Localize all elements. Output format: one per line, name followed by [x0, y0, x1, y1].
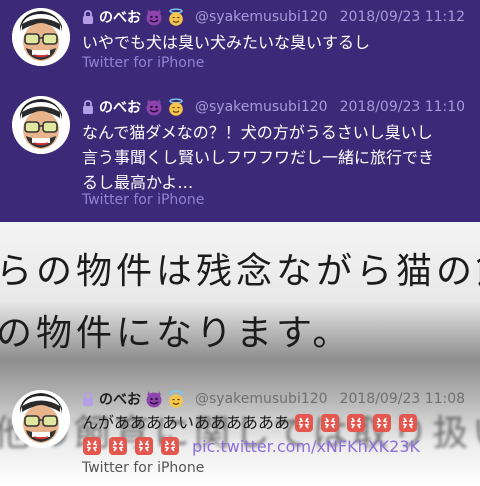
anger-emoji-icon	[346, 412, 366, 433]
angel-halo-emoji-icon	[168, 8, 184, 26]
tweet-card[interactable]: のべお @syakemusubi120 2018/09/23 11:10 なんで…	[0, 82, 480, 222]
display-name[interactable]: のべお	[99, 389, 141, 409]
tweet-card[interactable]: のべお @syakemusubi120 2018/09/23 11:08 んがあ…	[0, 382, 480, 486]
tweet-header: のべお @syakemusubi120 2018/09/23 11:10	[82, 96, 472, 118]
tweet-source[interactable]: Twitter for iPhone	[82, 192, 204, 208]
anger-emoji-icon	[108, 436, 128, 456]
anger-emoji-icon	[134, 436, 154, 456]
tweet-text: いやでも犬は臭い犬みたいな臭いするし	[82, 30, 470, 55]
lock-icon	[82, 10, 94, 24]
pic-link[interactable]: pic.twitter.com/xNFKhXK23K	[192, 437, 420, 456]
tweet-text-line: なんで猫ダメなの？！犬の方がうるさいし臭いし	[82, 123, 433, 142]
user-handle[interactable]: @syakemusubi120	[195, 391, 328, 407]
tweet-text-line: いやでも犬は臭い犬みたいな臭いするし	[82, 33, 371, 52]
angel-halo-emoji-icon	[168, 390, 184, 408]
avatar[interactable]	[12, 96, 70, 154]
angel-halo-emoji-icon	[168, 98, 184, 116]
avatar[interactable]	[12, 8, 70, 66]
tweet-text: んがああああいああああああ	[82, 410, 470, 435]
user-handle[interactable]: @syakemusubi120	[195, 9, 328, 25]
tweet-text-line: 言う事聞くし賢いしフワフワだし一緒に旅行でき	[82, 148, 435, 167]
tweet-card[interactable]: のべお @syakemusubi120 2018/09/23 11:12 いやで…	[0, 0, 480, 82]
timestamp[interactable]: 2018/09/23 11:10	[340, 99, 466, 115]
tweet-text-continued: pic.twitter.com/xNFKhXK23K	[82, 436, 420, 456]
display-name[interactable]: のべお	[99, 7, 141, 27]
smiling-imp-emoji-icon	[145, 8, 163, 26]
tweet-source[interactable]: Twitter for iPhone	[82, 55, 204, 71]
tweet-text-line: んがああああいああああああ	[82, 413, 291, 432]
lock-icon	[82, 392, 94, 406]
avatar[interactable]	[12, 390, 70, 448]
photo-text-line: の物件になります。	[0, 313, 353, 354]
anger-emoji-icon	[372, 412, 392, 433]
tweet-source[interactable]: Twitter for iPhone	[82, 460, 204, 476]
tweet-header: のべお @syakemusubi120 2018/09/23 11:08	[82, 388, 472, 410]
photo-text-line: らの物件は残念ながら猫の飼	[0, 251, 480, 292]
anger-emoji-icon	[320, 412, 340, 433]
smiling-imp-emoji-icon	[145, 98, 163, 116]
smiling-imp-emoji-icon	[145, 390, 163, 408]
display-name[interactable]: のべお	[99, 97, 141, 117]
timestamp[interactable]: 2018/09/23 11:08	[340, 391, 466, 407]
anger-emoji-icon	[398, 412, 418, 433]
timestamp[interactable]: 2018/09/23 11:12	[340, 9, 466, 25]
anger-emoji-icon	[82, 436, 102, 456]
user-handle[interactable]: @syakemusubi120	[195, 99, 328, 115]
anger-emoji-icon	[160, 436, 180, 456]
anger-emoji-icon	[294, 412, 314, 433]
lock-icon	[82, 100, 94, 114]
tweet-text: なんで猫ダメなの？！犬の方がうるさいし臭いし 言う事聞くし賢いしフワフワだし一緒…	[82, 120, 470, 195]
tweet-header: のべお @syakemusubi120 2018/09/23 11:12	[82, 6, 472, 28]
